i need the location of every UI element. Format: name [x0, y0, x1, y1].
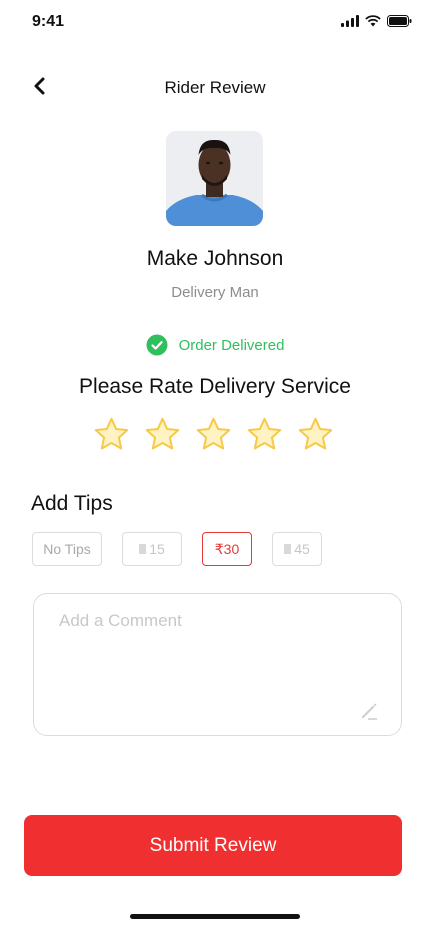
tip-label: ₹30 — [214, 540, 240, 557]
star-icon[interactable] — [246, 416, 283, 453]
submit-review-button[interactable]: Submit Review — [24, 815, 402, 876]
comment-box — [33, 593, 402, 736]
status-bar: 9:41 — [0, 0, 430, 46]
tip-label: 45 — [294, 541, 310, 557]
tip-label: 15 — [149, 541, 165, 557]
rider-name: Make Johnson — [146, 247, 284, 270]
rider-role: Delivery Man — [171, 284, 259, 301]
tips-title: Add Tips — [31, 492, 113, 515]
star-icon[interactable] — [195, 416, 232, 453]
avatar — [166, 131, 263, 226]
star-icon[interactable] — [297, 416, 334, 453]
tip-option-45[interactable]: 45 — [272, 532, 322, 566]
signal-icon — [341, 15, 359, 27]
home-indicator — [130, 914, 300, 919]
header: Rider Review — [0, 68, 430, 108]
tip-label: No Tips — [43, 541, 91, 557]
battery-icon — [387, 15, 412, 27]
pencil-icon — [362, 703, 377, 720]
check-circle-icon — [146, 334, 168, 356]
tip-option-30[interactable]: ₹30 — [202, 532, 252, 566]
status-icons — [341, 15, 412, 27]
rating-title: Please Rate Delivery Service — [79, 375, 351, 398]
wifi-icon — [365, 15, 381, 27]
tip-option-none[interactable]: No Tips — [32, 532, 102, 566]
status-time: 9:41 — [32, 13, 65, 30]
rider-photo — [166, 131, 263, 226]
currency-icon — [139, 544, 147, 554]
tip-option-15[interactable]: 15 — [122, 532, 182, 566]
order-status: Order Delivered — [0, 334, 430, 356]
star-rating — [93, 416, 334, 453]
order-status-text: Order Delivered — [178, 336, 285, 354]
currency-icon — [284, 544, 292, 554]
page-title: Rider Review — [164, 78, 266, 97]
comment-input[interactable] — [57, 610, 361, 632]
star-icon[interactable] — [144, 416, 181, 453]
star-icon[interactable] — [93, 416, 130, 453]
